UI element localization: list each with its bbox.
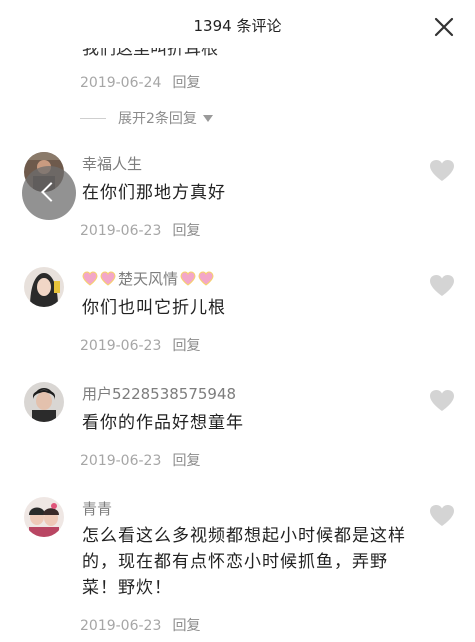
divider bbox=[80, 117, 106, 119]
comment-date: 2019-06-23 bbox=[80, 453, 162, 469]
reply-button[interactable]: 回复 bbox=[172, 450, 200, 470]
comment-count-title: 1394 条评论 bbox=[193, 17, 282, 35]
comment-header: 1394 条评论 bbox=[0, 0, 475, 48]
username[interactable]: 楚天风情 bbox=[82, 268, 216, 289]
heart-icon[interactable] bbox=[429, 389, 455, 413]
expand-replies-button[interactable]: 展开2条回复 bbox=[80, 108, 213, 128]
comment-meta: 2019-06-23 回复 bbox=[80, 335, 200, 355]
back-chevron-icon bbox=[41, 182, 61, 202]
reply-button[interactable]: 回复 bbox=[172, 615, 200, 635]
chevron-down-icon bbox=[202, 114, 213, 122]
comment-text: 怎么看这么多视频都想起小时候都是这样的，现在都有点怀恋小时候抓鱼，弄野菜！野炊！ bbox=[82, 526, 406, 598]
avatar[interactable] bbox=[24, 497, 64, 537]
comment-date: 2019-06-24 bbox=[80, 75, 162, 91]
reply-button[interactable]: 回复 bbox=[172, 72, 200, 92]
comment-meta: 2019-06-23 回复 bbox=[80, 220, 200, 240]
comment-date: 2019-06-23 bbox=[80, 338, 162, 354]
avatar[interactable] bbox=[24, 382, 64, 422]
comment-text: 你们也叫它折儿根 bbox=[82, 298, 226, 318]
heart-icon[interactable] bbox=[429, 504, 455, 528]
back-button[interactable] bbox=[22, 166, 76, 220]
avatar[interactable] bbox=[24, 267, 64, 307]
comment-meta: 2019-06-23 回复 bbox=[80, 450, 200, 470]
heart-emoji-icon bbox=[180, 271, 196, 286]
heart-icon[interactable] bbox=[429, 274, 455, 298]
username[interactable]: 青青 bbox=[82, 498, 112, 519]
comment-date: 2019-06-23 bbox=[80, 618, 162, 634]
username[interactable]: 用户5228538575948 bbox=[82, 383, 236, 404]
previous-comment-meta: 2019-06-24 回复 bbox=[80, 72, 200, 92]
heart-emoji-icon bbox=[198, 271, 214, 286]
heart-emoji-icon bbox=[82, 271, 98, 286]
comment-text: 在你们那地方真好 bbox=[82, 183, 226, 203]
username-text: 楚天风情 bbox=[118, 270, 179, 288]
close-icon[interactable] bbox=[433, 16, 455, 38]
comment-date: 2019-06-23 bbox=[80, 223, 162, 239]
reply-button[interactable]: 回复 bbox=[172, 335, 200, 355]
reply-button[interactable]: 回复 bbox=[172, 220, 200, 240]
expand-replies-label: 展开2条回复 bbox=[118, 111, 197, 127]
username[interactable]: 幸福人生 bbox=[82, 153, 142, 174]
comment-text: 看你的作品好想童年 bbox=[82, 413, 244, 433]
heart-icon[interactable] bbox=[429, 159, 455, 183]
heart-emoji-icon bbox=[100, 271, 116, 286]
comment-meta: 2019-06-23 回复 bbox=[80, 615, 200, 635]
